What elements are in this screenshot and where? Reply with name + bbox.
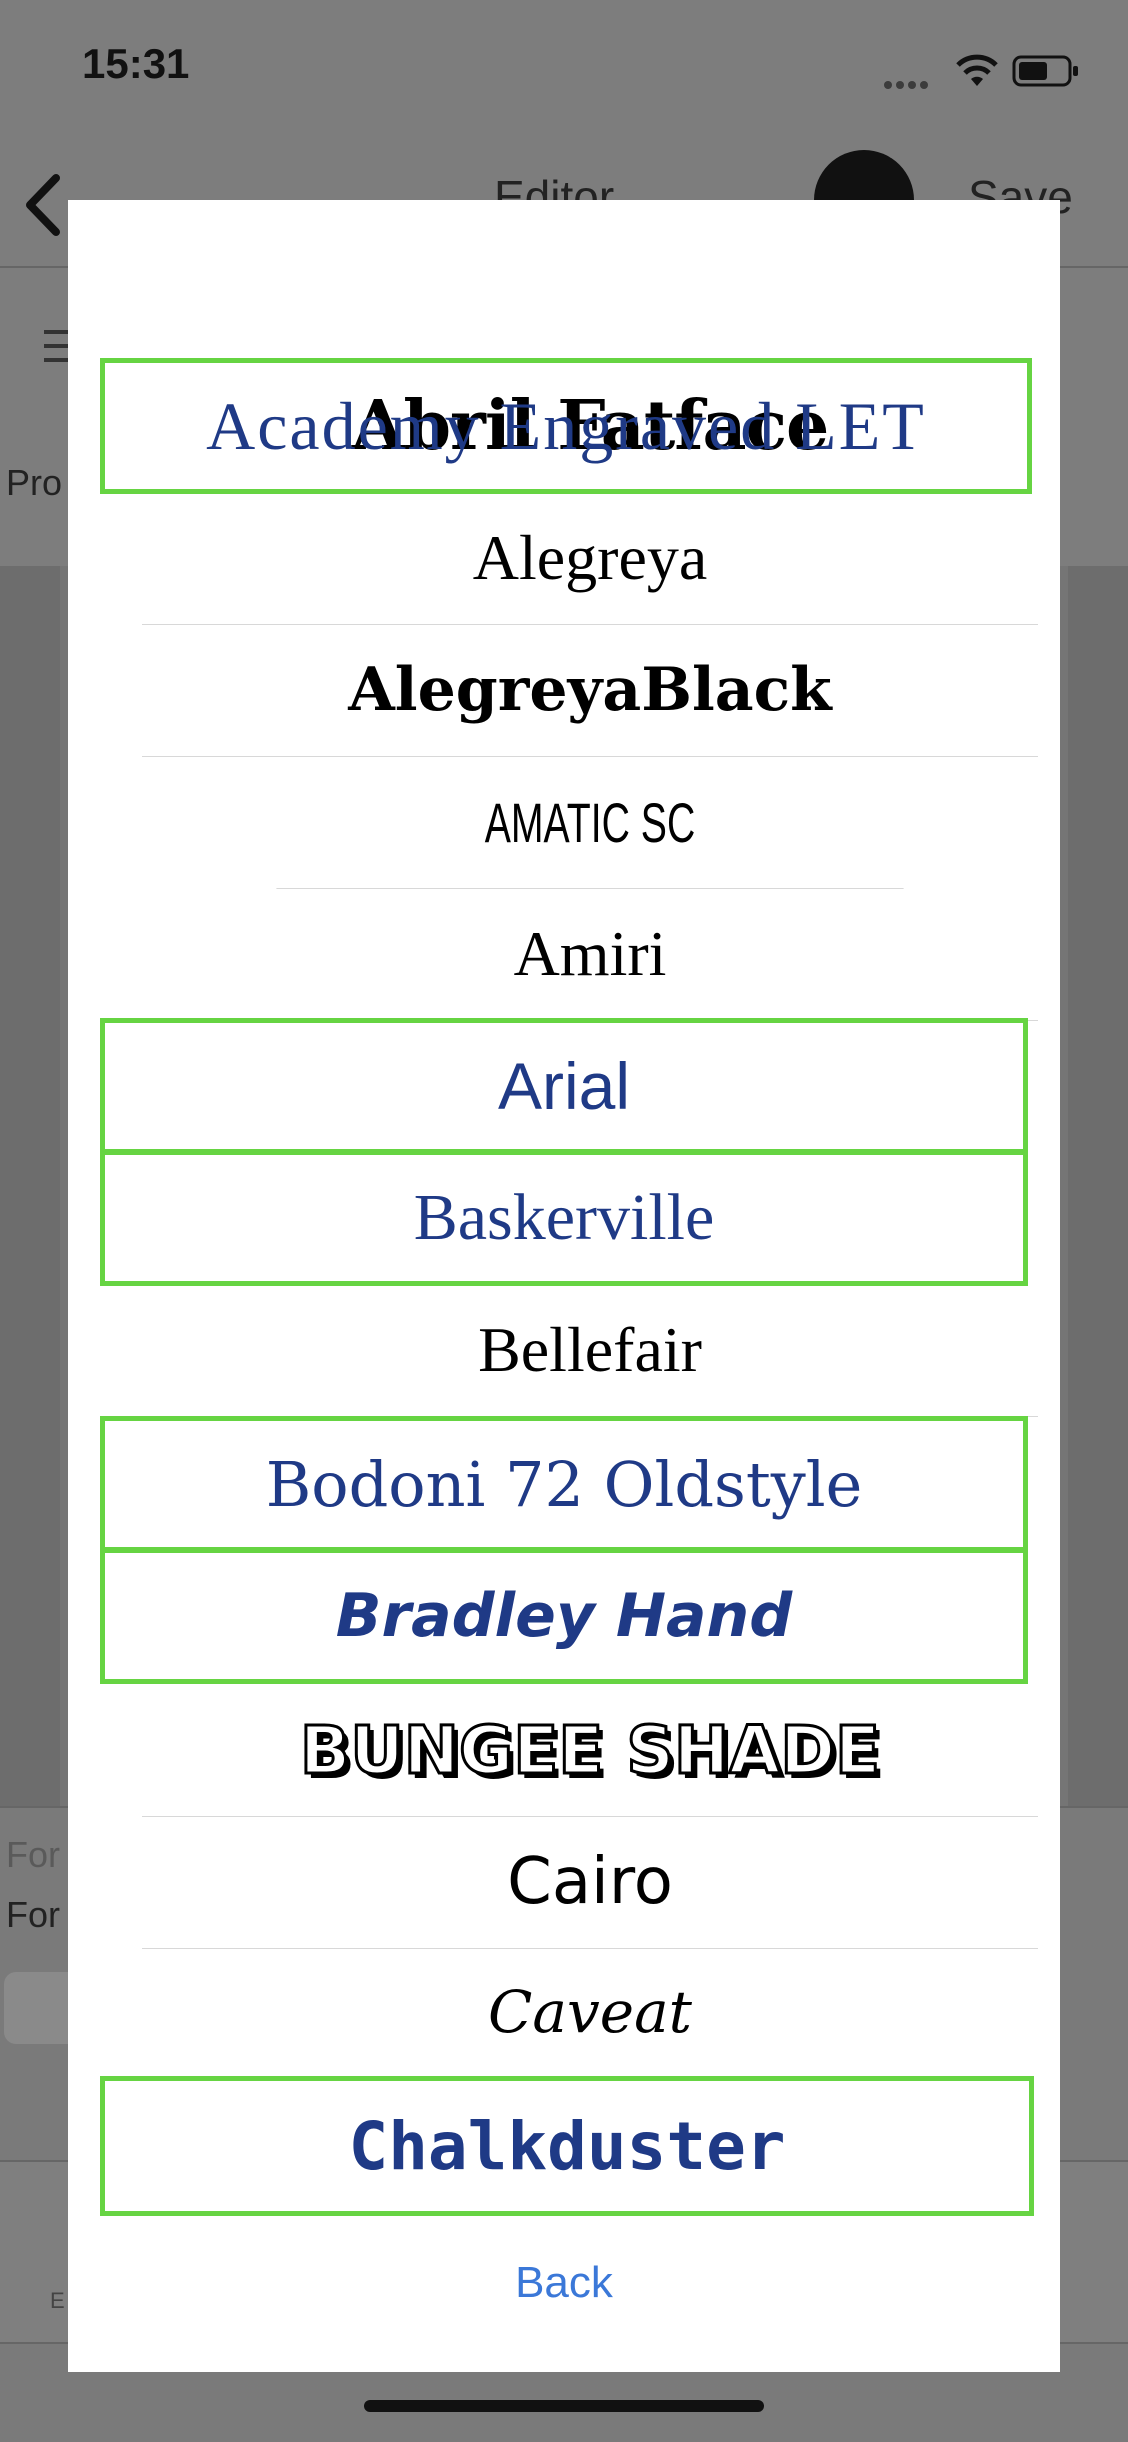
font-option-cairo[interactable]: Cairo [142, 1816, 1038, 1949]
font-option-alegreyablack[interactable]: AlegreyaBlack [142, 624, 1038, 757]
font-section-label: For [6, 1834, 60, 1875]
battery-icon [1012, 55, 1078, 87]
font-option-caveat[interactable]: Caveat [142, 1948, 1038, 2076]
bottom-panel-label: E [50, 2288, 65, 2313]
wifi-icon [956, 54, 998, 86]
font-option-baskerville[interactable]: Baskerville [100, 1150, 1028, 1286]
font-option-amatic-sc[interactable]: Amatic SC [276, 756, 904, 889]
font-picker-modal: Abril Fatface Academy Engraved LET Alegr… [68, 200, 1060, 2372]
font-option-bellefair[interactable]: Bellefair [142, 1284, 1038, 1417]
status-bar: 15:31 [0, 0, 1128, 140]
font-option-academy-engraved-let[interactable]: Academy Engraved LET [100, 358, 1032, 494]
font-option-bodoni-72-oldstyle[interactable]: Bodoni 72 Oldstyle [100, 1416, 1028, 1552]
status-time: 15:31 [82, 40, 190, 87]
font-option-bungee-shade[interactable]: BUNGEE SHADE [142, 1684, 1038, 1817]
font-option-chalkduster[interactable]: Chalkduster [100, 2076, 1034, 2216]
pro-label: Pro [6, 462, 63, 503]
font-field-label: For [6, 1894, 60, 1935]
back-chevron-icon[interactable] [18, 170, 68, 240]
font-option-bradley-hand[interactable]: Bradley Hand [100, 1548, 1028, 1684]
font-option-arial[interactable]: Arial [100, 1018, 1028, 1154]
menu-icon[interactable] [44, 320, 68, 380]
home-indicator[interactable] [364, 2400, 764, 2412]
cellular-signal-icon [884, 76, 936, 89]
font-option-amiri[interactable]: Amiri [142, 888, 1038, 1021]
back-button[interactable]: Back [68, 2258, 1060, 2308]
font-option-alegreya[interactable]: Alegreya [142, 492, 1038, 625]
